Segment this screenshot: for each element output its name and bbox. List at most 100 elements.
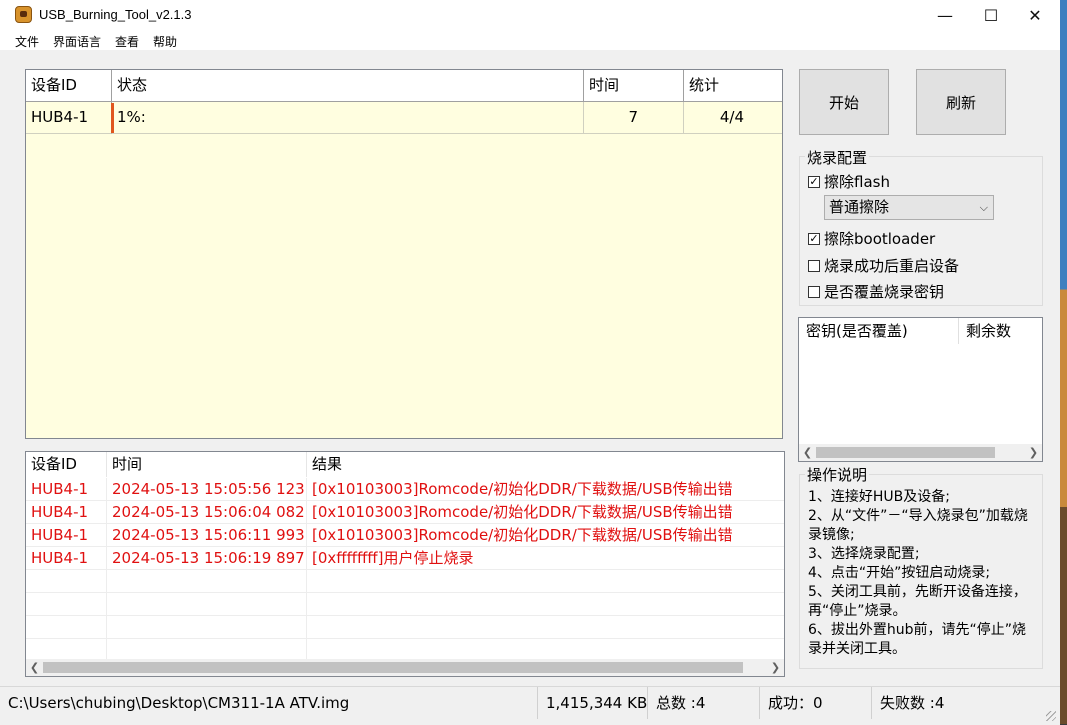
log-horizontal-scrollbar[interactable]: ❮ ❯ — [26, 659, 784, 676]
log-row[interactable] — [26, 593, 784, 616]
erase-flash-checkbox[interactable]: ✓ 擦除flash — [808, 171, 890, 192]
log-header-result[interactable]: 结果 — [307, 452, 784, 477]
check-icon: ✓ — [808, 231, 820, 245]
device-table[interactable]: 设备ID 状态 时间 统计 HUB4-1 1%: 7 4/4 — [25, 69, 783, 439]
instruction-line: 6、拔出外置hub前，请先“停止”烧录并关闭工具。 — [808, 622, 1027, 657]
log-result — [307, 570, 784, 592]
header-time[interactable]: 时间 — [584, 70, 684, 102]
scroll-left-icon[interactable]: ❮ — [799, 444, 816, 461]
log-result — [307, 616, 784, 638]
menu-language[interactable]: 界面语言 — [53, 33, 101, 50]
header-device-id[interactable]: 设备ID — [26, 70, 112, 102]
checkbox-box — [808, 259, 820, 272]
app-window: USB_Burning_Tool_v2.1.3 — ☐ ✕ 文件 界面语言 查看 帮… — [0, 0, 1061, 725]
log-time — [107, 639, 307, 661]
window-title: USB_Burning_Tool_v2.1.3 — [39, 7, 192, 22]
reboot-after-label: 烧录成功后重启设备 — [824, 257, 960, 275]
log-device-id — [26, 639, 107, 661]
log-time — [107, 593, 307, 615]
erase-mode-select[interactable]: 普通擦除 ⌵ — [824, 195, 994, 220]
log-row[interactable]: HUB4-1 2024-05-13 15:06:19 897 [0xffffffff… — [26, 547, 784, 570]
status-total: 总数 :4 — [648, 687, 760, 719]
instruction-line: 2、从“文件”－“导入烧录包”加载烧录镜像; — [808, 508, 1028, 543]
menu-bar: 文件 界面语言 查看 帮助 — [0, 31, 1060, 50]
log-result: [0xffffffff]用户停止烧录 — [312, 549, 474, 567]
log-row[interactable] — [26, 570, 784, 593]
menu-help[interactable]: 帮助 — [153, 33, 177, 50]
scroll-thumb[interactable] — [43, 662, 743, 673]
log-header-device-id[interactable]: 设备ID — [26, 452, 107, 477]
log-time — [107, 570, 307, 592]
log-device-id: HUB4-1 — [26, 547, 107, 569]
log-result — [307, 639, 784, 661]
key-header-name[interactable]: 密钥(是否覆盖) — [799, 318, 959, 344]
scroll-left-icon[interactable]: ❮ — [26, 659, 43, 676]
app-icon[interactable] — [15, 6, 32, 23]
scroll-thumb[interactable] — [816, 447, 995, 458]
checkbox-box — [808, 285, 820, 298]
status-fail: 失败数 :4 — [880, 694, 945, 712]
instruction-line: 5、关闭工具前，先断开设备连接，再“停止”烧录。 — [808, 584, 1027, 619]
instruction-line: 4、点击“开始”按钮启动烧录; — [808, 565, 991, 581]
log-result: [0x10103003]Romcode/初始化DDR/下载数据/USB传输出错 — [312, 503, 733, 521]
log-row[interactable]: HUB4-1 2024-05-13 15:06:04 082 [0x10103003… — [26, 501, 784, 524]
stats-cell[interactable]: 4/4 — [684, 102, 782, 134]
log-time — [107, 616, 307, 638]
desktop-background — [1060, 0, 1067, 724]
device-id-cell[interactable]: HUB4-1 — [26, 102, 112, 134]
time-cell[interactable]: 7 — [584, 102, 684, 134]
erase-bootloader-label: 擦除bootloader — [824, 230, 936, 248]
header-status[interactable]: 状态 — [112, 70, 584, 102]
key-table[interactable]: 密钥(是否覆盖) 剩余数 ❮ ❯ — [798, 317, 1043, 462]
scroll-right-icon[interactable]: ❯ — [1025, 444, 1042, 461]
erase-bootloader-checkbox[interactable]: ✓ 擦除bootloader — [808, 228, 935, 249]
status-file-path: C:\Users\chubing\Desktop\CM311-1A ATV.im… — [0, 687, 538, 719]
instructions-title: 操作说明 — [805, 464, 870, 485]
size-grip-icon[interactable] — [1046, 711, 1056, 721]
status-bar: C:\Users\chubing\Desktop\CM311-1A ATV.im… — [0, 686, 1060, 725]
log-row[interactable]: HUB4-1 2024-05-13 15:05:56 123 [0x10103003… — [26, 478, 784, 501]
erase-mode-value: 普通擦除 — [829, 198, 890, 216]
minimize-button[interactable]: — — [922, 0, 968, 31]
log-table[interactable]: 设备ID 时间 结果 HUB4-1 2024-05-13 15:05:56 123… — [25, 451, 785, 677]
log-result: [0x10103003]Romcode/初始化DDR/下载数据/USB传输出错 — [312, 526, 733, 544]
log-result: [0x10103003]Romcode/初始化DDR/下载数据/USB传输出错 — [312, 480, 733, 498]
instructions-text: 1、连接好HUB及设备; 2、从“文件”－“导入烧录包”加载烧录镜像; 3、选择… — [808, 488, 1040, 659]
menu-file[interactable]: 文件 — [15, 33, 39, 50]
instruction-line: 1、连接好HUB及设备; — [808, 489, 951, 505]
log-time: 2024-05-13 15:05:56 123 — [107, 478, 307, 500]
key-header-remaining[interactable]: 剩余数 — [959, 318, 1042, 344]
log-device-id — [26, 616, 107, 638]
log-time: 2024-05-13 15:06:11 993 — [107, 524, 307, 546]
log-row[interactable]: HUB4-1 2024-05-13 15:06:11 993 [0x10103003… — [26, 524, 784, 547]
burn-config-title: 烧录配置 — [805, 147, 870, 168]
maximize-button[interactable]: ☐ — [968, 0, 1014, 31]
overwrite-key-label: 是否覆盖烧录密钥 — [824, 283, 945, 301]
header-stats[interactable]: 统计 — [684, 70, 782, 102]
log-device-id — [26, 593, 107, 615]
log-result — [307, 593, 784, 615]
overwrite-key-checkbox[interactable]: 是否覆盖烧录密钥 — [808, 281, 944, 302]
log-device-id — [26, 570, 107, 592]
log-device-id: HUB4-1 — [26, 478, 107, 500]
chevron-down-icon: ⌵ — [979, 201, 988, 214]
menu-view[interactable]: 查看 — [115, 33, 139, 50]
refresh-button[interactable]: 刷新 — [916, 69, 1006, 135]
log-row[interactable] — [26, 616, 784, 639]
log-time: 2024-05-13 15:06:19 897 — [107, 547, 307, 569]
close-button[interactable]: ✕ — [1012, 0, 1058, 31]
erase-flash-label: 擦除flash — [824, 173, 890, 191]
check-icon: ✓ — [808, 174, 820, 188]
key-horizontal-scrollbar[interactable]: ❮ ❯ — [799, 444, 1042, 461]
log-time: 2024-05-13 15:06:04 082 — [107, 501, 307, 523]
start-button[interactable]: 开始 — [799, 69, 889, 135]
reboot-after-checkbox[interactable]: 烧录成功后重启设备 — [808, 255, 959, 276]
instruction-line: 3、选择烧录配置; — [808, 546, 920, 562]
log-header-time[interactable]: 时间 — [107, 452, 307, 477]
title-bar[interactable]: USB_Burning_Tool_v2.1.3 — ☐ ✕ — [0, 0, 1060, 31]
log-device-id: HUB4-1 — [26, 524, 107, 546]
scroll-right-icon[interactable]: ❯ — [767, 659, 784, 676]
status-cell[interactable]: 1%: — [112, 102, 584, 134]
log-device-id: HUB4-1 — [26, 501, 107, 523]
status-file-size: 1,415,344 KB — [538, 687, 648, 719]
